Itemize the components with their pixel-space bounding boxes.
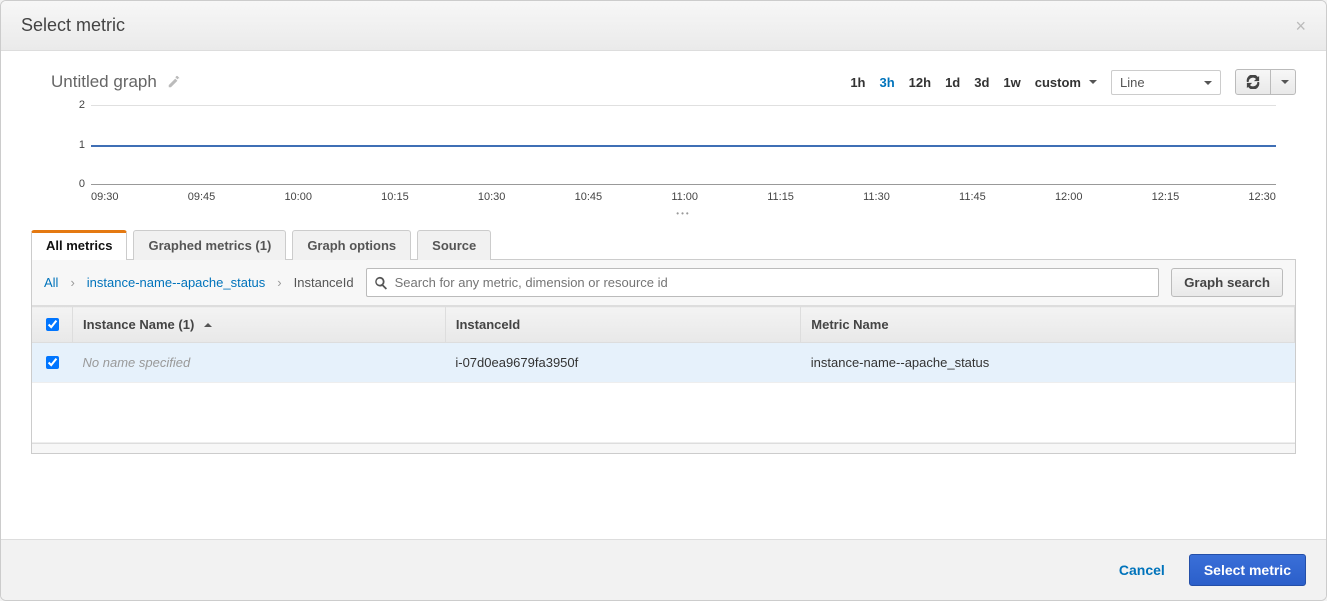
refresh-dropdown[interactable] [1271, 69, 1296, 95]
chevron-down-icon [1200, 75, 1212, 90]
xtick: 11:30 [863, 191, 890, 203]
refresh-icon [1246, 75, 1260, 89]
range-3h[interactable]: 3h [880, 75, 895, 90]
x-axis-ticks: 09:30 09:45 10:00 10:15 10:30 10:45 11:0… [91, 185, 1276, 203]
graph-search-button[interactable]: Graph search [1171, 268, 1283, 297]
range-custom-dropdown[interactable]: custom [1035, 75, 1097, 90]
xtick: 10:00 [284, 191, 312, 203]
range-controls: 1h 3h 12h 1d 3d 1w custom Line [850, 69, 1296, 95]
ytick-1: 1 [71, 139, 85, 151]
xtick: 10:30 [478, 191, 506, 203]
modal-header: Select metric × [1, 1, 1326, 51]
col-instance-name[interactable]: Instance Name (1) [73, 307, 446, 343]
col-instance-name-count: (1) [178, 317, 194, 332]
resize-grabber-icon[interactable]: ••• [91, 209, 1276, 218]
chart-type-dropdown[interactable]: Line [1111, 70, 1221, 95]
modal-footer: Cancel Select metric [1, 539, 1326, 600]
modal-title: Select metric [21, 15, 125, 36]
range-1d[interactable]: 1d [945, 75, 960, 90]
metrics-panel: All › instance-name--apache_status › Ins… [31, 260, 1296, 454]
chart-type-label: Line [1120, 75, 1145, 90]
xtick: 11:15 [767, 191, 794, 203]
graph-toolbar: Untitled graph 1h 3h 12h 1d 3d 1w custom… [31, 69, 1296, 95]
gridline [91, 105, 1276, 106]
graph-title[interactable]: Untitled graph [51, 72, 157, 92]
xtick: 11:00 [671, 191, 698, 203]
search-icon [374, 276, 388, 290]
col-instance-id[interactable]: InstanceId [445, 307, 800, 343]
cancel-button[interactable]: Cancel [1113, 561, 1171, 579]
tab-graph-options[interactable]: Graph options [292, 230, 411, 260]
range-12h[interactable]: 12h [909, 75, 931, 90]
tab-graphed-metrics[interactable]: Graphed metrics (1) [133, 230, 286, 260]
metrics-toolbar: All › instance-name--apache_status › Ins… [32, 260, 1295, 306]
cell-instance-id: i-07d0ea9679fa3950f [445, 343, 800, 383]
metrics-panel-footer [32, 443, 1295, 453]
modal-body: Untitled graph 1h 3h 12h 1d 3d 1w custom… [1, 51, 1326, 539]
metrics-search-input[interactable] [366, 268, 1159, 297]
range-3d[interactable]: 3d [974, 75, 989, 90]
breadcrumb-namespace[interactable]: instance-name--apache_status [87, 275, 266, 290]
range-1w[interactable]: 1w [1003, 75, 1020, 90]
chart-plot[interactable]: 2 1 0 [91, 105, 1276, 185]
xtick: 12:15 [1152, 191, 1180, 203]
chevron-right-icon: › [70, 275, 74, 290]
series-line [91, 145, 1276, 147]
select-metric-modal: Select metric × Untitled graph 1h 3h 12h… [0, 0, 1327, 601]
col-metric-name[interactable]: Metric Name [801, 307, 1295, 343]
select-all-checkbox[interactable] [46, 318, 59, 331]
breadcrumb-all[interactable]: All [44, 275, 58, 290]
metrics-table: Instance Name (1) InstanceId Metric Name [32, 306, 1295, 443]
select-metric-button[interactable]: Select metric [1189, 554, 1306, 586]
ytick-0: 0 [71, 178, 85, 190]
close-icon[interactable]: × [1295, 17, 1306, 35]
row-check-cell [32, 343, 73, 383]
refresh-button-group [1235, 69, 1296, 95]
tab-all-metrics[interactable]: All metrics [31, 230, 127, 260]
table-fill-row [32, 383, 1295, 443]
select-all-header [32, 307, 73, 343]
instance-name-value: No name specified [83, 355, 191, 370]
col-instance-name-label: Instance Name [83, 317, 175, 332]
sort-asc-icon [198, 317, 212, 332]
xtick: 10:15 [381, 191, 409, 203]
xtick: 12:00 [1055, 191, 1083, 203]
row-checkbox[interactable] [46, 356, 59, 369]
table-row[interactable]: No name specified i-07d0ea9679fa3950f in… [32, 343, 1295, 383]
ytick-2: 2 [71, 99, 85, 111]
xtick: 09:45 [188, 191, 216, 203]
range-1h[interactable]: 1h [850, 75, 865, 90]
xtick: 09:30 [91, 191, 119, 203]
pencil-icon[interactable] [167, 75, 181, 89]
cell-metric-name: instance-name--apache_status [801, 343, 1295, 383]
refresh-button[interactable] [1235, 69, 1271, 95]
xtick: 12:30 [1248, 191, 1276, 203]
chart-area: 2 1 0 09:30 09:45 10:00 10:15 10:30 10:4… [31, 105, 1296, 225]
xtick: 11:45 [959, 191, 986, 203]
tab-source[interactable]: Source [417, 230, 491, 260]
graph-title-wrap: Untitled graph [31, 72, 181, 92]
table-header-row: Instance Name (1) InstanceId Metric Name [32, 307, 1295, 343]
xtick: 10:45 [575, 191, 603, 203]
breadcrumb-dimension: InstanceId [294, 275, 354, 290]
tab-strip: All metrics Graphed metrics (1) Graph op… [31, 229, 1296, 260]
cell-instance-name: No name specified [73, 343, 446, 383]
metrics-search-wrap [366, 268, 1159, 297]
chevron-right-icon: › [277, 275, 281, 290]
